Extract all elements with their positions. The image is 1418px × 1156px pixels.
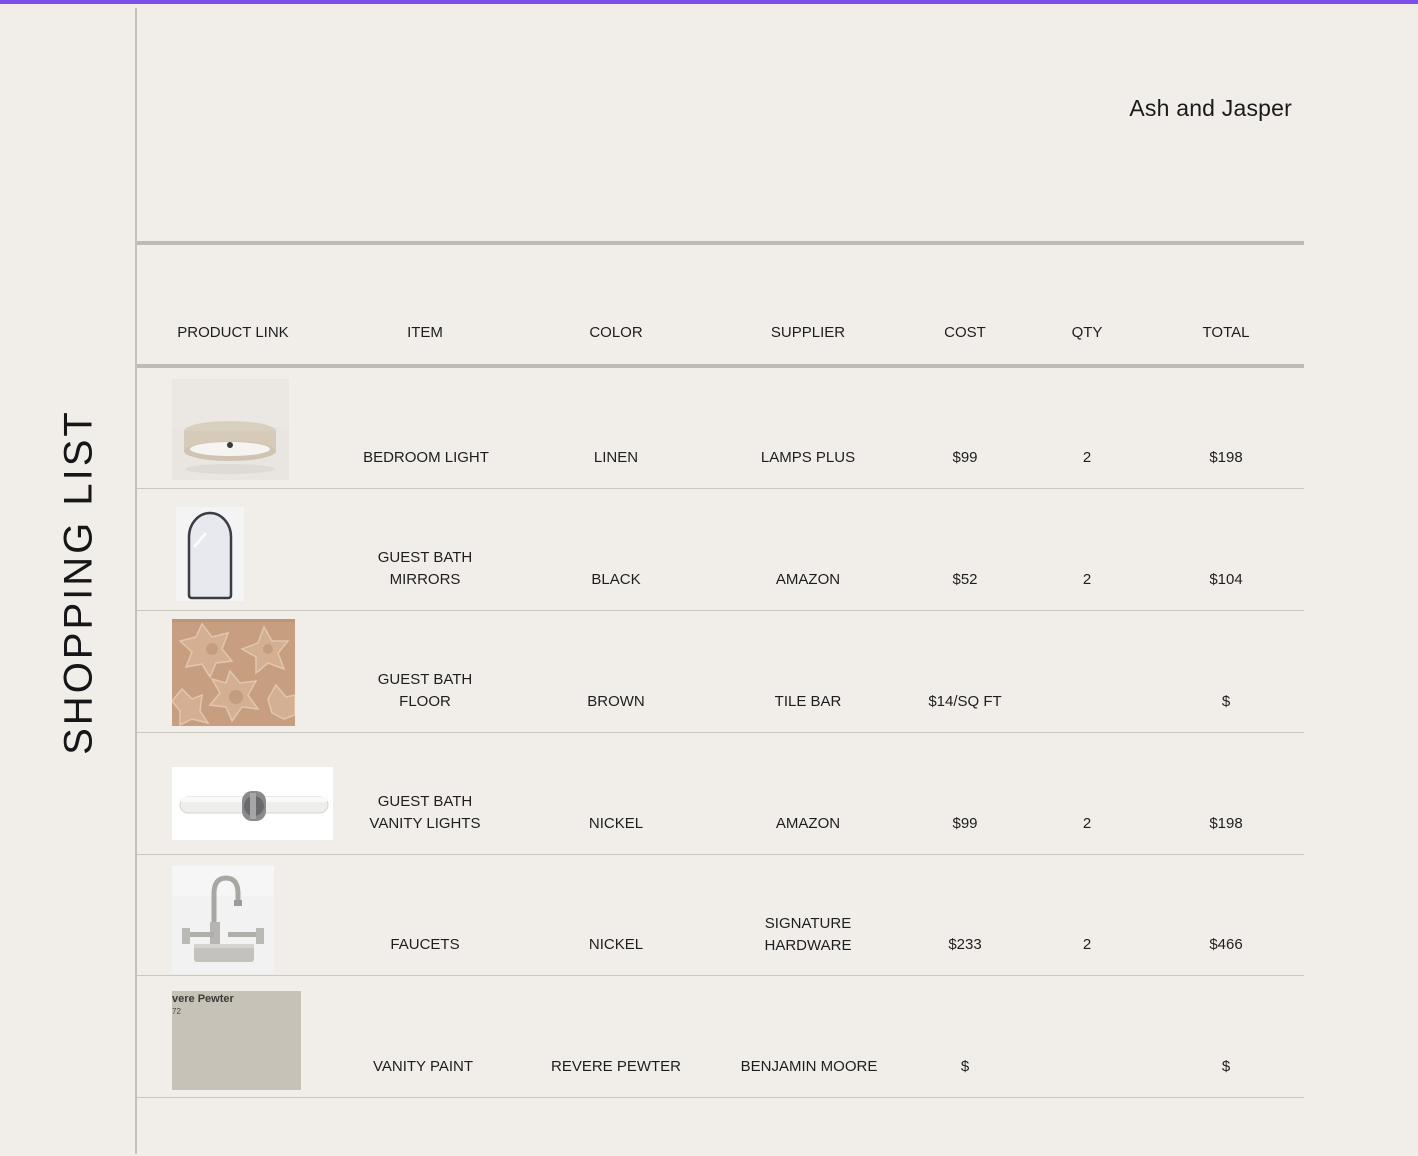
row-2-supplier: AMAZON [775, 571, 841, 588]
row-3-supplier: TILE BAR [774, 693, 842, 710]
row-6-color: REVERE PEWTER [550, 1058, 682, 1075]
row-4-supplier: AMAZON [775, 815, 841, 832]
row-6-total: $ [1221, 1058, 1231, 1075]
row-6-item: VANITY PAINT [372, 1058, 474, 1075]
header-top-divider [137, 241, 1304, 245]
row-2-item: GUEST BATH MIRRORS [377, 549, 473, 588]
row-5-total: $466 [1209, 936, 1243, 953]
paint-swatch-image[interactable]: vere Pewter 72 [172, 991, 301, 1090]
sidebar-divider [135, 8, 137, 1154]
row-6-supplier: BENJAMIN MOORE [740, 1058, 878, 1075]
row-6-cost: $ [960, 1058, 970, 1075]
row-divider [137, 1097, 1304, 1098]
row-5-cost: $233 [948, 936, 982, 953]
top-accent-bar [0, 0, 1418, 4]
row-2-total: $104 [1209, 571, 1243, 588]
row-3-color: BROWN [587, 693, 645, 710]
col-header-color: COLOR [589, 324, 643, 341]
col-header-total: TOTAL [1202, 324, 1250, 341]
col-header-supplier: SUPPLIER [770, 324, 846, 341]
row-1-color: LINEN [593, 449, 639, 466]
row-5-color: NICKEL [588, 936, 644, 953]
row-4-color: NICKEL [588, 815, 644, 832]
arched-mirror-image[interactable] [176, 507, 244, 601]
row-5-supplier: SIGNATURE HARDWARE [764, 915, 852, 954]
ceiling-light-image[interactable] [172, 379, 289, 480]
row-4-qty: 2 [1082, 815, 1092, 832]
row-divider [137, 732, 1304, 733]
row-2-cost: $52 [952, 571, 978, 588]
row-1-qty: 2 [1082, 449, 1092, 466]
page-title: SHOPPING LIST [56, 409, 101, 755]
col-header-qty: QTY [1071, 324, 1103, 341]
row-2-qty: 2 [1082, 571, 1092, 588]
row-3-total: $ [1221, 693, 1231, 710]
row-1-item: BEDROOM LIGHT [363, 449, 489, 466]
header-bottom-divider [137, 364, 1304, 368]
row-2-color: BLACK [591, 571, 641, 588]
faucet-image[interactable] [172, 866, 274, 974]
vanity-light-image[interactable] [172, 767, 333, 840]
row-5-item: FAUCETS [390, 936, 460, 953]
brand-name: Ash and Jasper [1129, 95, 1292, 121]
row-divider [137, 488, 1304, 489]
col-header-cost: COST [944, 324, 986, 341]
row-5-qty: 2 [1082, 936, 1092, 953]
row-4-total: $198 [1209, 815, 1243, 832]
row-3-cost: $14/SQ FT [928, 693, 1002, 710]
tile-image[interactable] [172, 619, 295, 726]
row-4-item: GUEST BATH VANITY LIGHTS [369, 793, 481, 832]
col-header-product-link: PRODUCT LINK [177, 324, 289, 341]
swatch-code: 72 [172, 1007, 181, 1016]
row-1-supplier: LAMPS PLUS [760, 449, 856, 466]
row-3-item: GUEST BATH FLOOR [377, 671, 473, 710]
row-1-total: $198 [1209, 449, 1243, 466]
row-divider [137, 975, 1304, 976]
col-header-item: ITEM [407, 324, 443, 341]
row-divider [137, 610, 1304, 611]
swatch-name: vere Pewter [172, 993, 234, 1005]
row-1-cost: $99 [952, 449, 978, 466]
row-divider [137, 854, 1304, 855]
row-4-cost: $99 [952, 815, 978, 832]
